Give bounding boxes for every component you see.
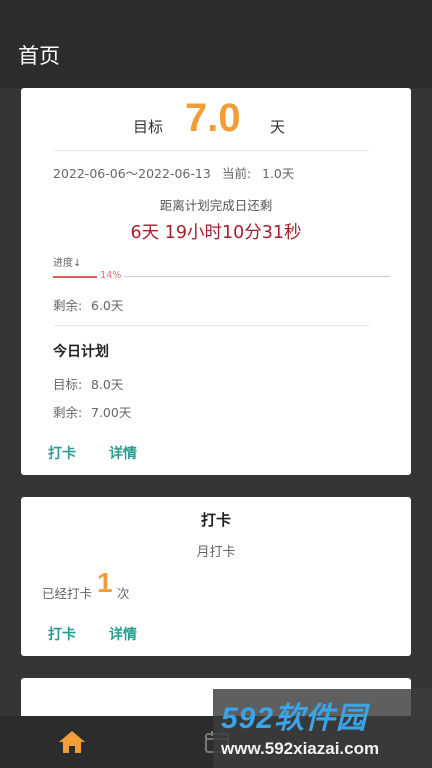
date-range: 2022-06-06～2022-06-13 — [53, 166, 211, 181]
divider — [54, 325, 369, 326]
checkin-button[interactable]: 打卡 — [48, 443, 76, 463]
today-plan-title: 今日计划 — [53, 344, 109, 360]
goal-row: 目标 7.0 天 — [21, 94, 411, 144]
goal-value: 7.0 — [185, 96, 241, 140]
home-icon — [59, 731, 85, 753]
checkin-count-prefix: 已经打卡 — [42, 586, 93, 601]
watermark: 592软件园 www.592xiazai.com — [213, 689, 432, 768]
checkin-count: 1 — [97, 567, 113, 598]
countdown-timer: 6天 19小时10分31秒 — [130, 223, 302, 243]
details-button[interactable]: 详情 — [109, 624, 137, 644]
current-label: 当前: — [222, 166, 252, 181]
checkin-subtitle: 月打卡 — [196, 545, 236, 560]
today-goal-label: 目标: — [53, 377, 83, 392]
today-remaining-value: 7.00天 — [91, 405, 132, 420]
goal-unit: 天 — [270, 118, 286, 136]
progress-percent: 14% — [97, 270, 125, 281]
current-value: 1.0天 — [262, 166, 295, 181]
checkin-count-suffix: 次 — [117, 586, 130, 601]
remaining-title: 距离计划完成日还剩 — [159, 198, 273, 213]
today-remaining-label: 剩余: — [53, 405, 83, 420]
page-title: 首页 — [18, 44, 60, 68]
details-button[interactable]: 详情 — [109, 443, 137, 463]
remaining-label: 剩余: — [53, 298, 83, 313]
nav-home[interactable] — [57, 729, 87, 755]
watermark-logo: 592软件园 — [221, 702, 368, 735]
checkin-button[interactable]: 打卡 — [48, 624, 76, 644]
watermark-url: www.592xiazai.com — [221, 739, 380, 758]
divider — [54, 150, 369, 151]
remaining-value: 6.0天 — [91, 298, 124, 313]
checkin-card: 打卡 月打卡 已经打卡 1 次 打卡 详情 — [21, 497, 411, 656]
plan-card: 目标 7.0 天 2022-06-06～2022-06-13 当前: 1.0天 … — [21, 88, 411, 475]
app-bar: 首页 — [0, 0, 432, 88]
checkin-title: 打卡 — [200, 511, 231, 529]
progress-label: 进度↓ — [53, 258, 82, 269]
goal-label: 目标 — [133, 118, 164, 136]
today-goal-value: 8.0天 — [91, 377, 124, 392]
progress-fill — [53, 275, 101, 278]
